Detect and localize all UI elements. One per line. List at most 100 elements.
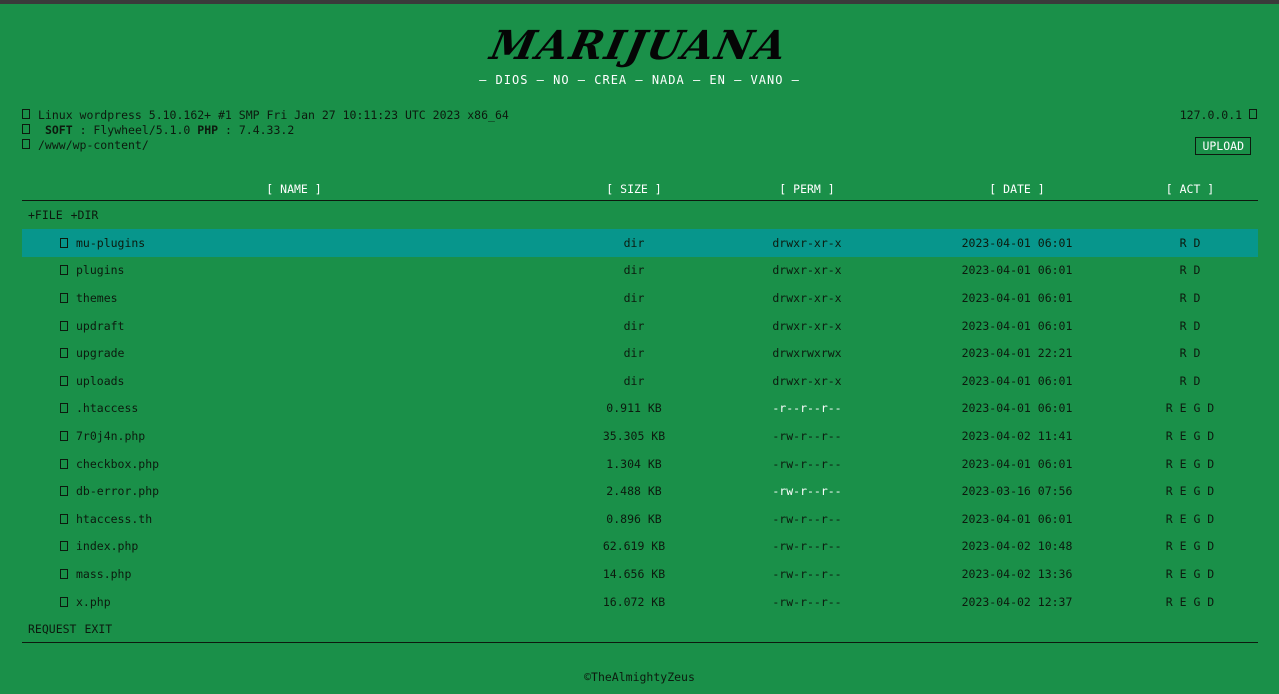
file-name-cell[interactable]: checkbox.php	[22, 457, 566, 471]
php-label: PHP	[197, 123, 219, 137]
table-row[interactable]: themes dir drwxr-xr-x 2023-04-01 06:01 R D	[22, 284, 1258, 312]
table-row[interactable]: .htaccess 0.911 KB -r--r--r-- 2023-04-01 06…	[22, 395, 1258, 423]
file-name-cell[interactable]: index.php	[22, 539, 566, 553]
table-row[interactable]: index.php 62.619 KB -rw-r--r-- 2023-04-02 1…	[22, 533, 1258, 561]
file-perm[interactable]: drwxr-xr-x	[702, 291, 912, 305]
col-header-perm[interactable]: [ PERM ]	[702, 182, 912, 196]
file-actions[interactable]: R D	[1122, 319, 1258, 333]
file-size: 14.656 KB	[602, 566, 666, 581]
file-icon	[60, 430, 68, 441]
file-name[interactable]: index.php	[76, 539, 138, 553]
file-name[interactable]: x.php	[76, 595, 111, 609]
file-perm[interactable]: drwxrwxrwx	[702, 346, 912, 360]
table-row[interactable]: plugins dir drwxr-xr-x 2023-04-01 06:01 R D	[22, 257, 1258, 285]
file-name-cell[interactable]: plugins	[22, 263, 566, 277]
new-dir-link[interactable]: +DIR	[71, 208, 99, 222]
file-name-cell[interactable]: db-error.php	[22, 484, 566, 498]
server-icon	[22, 109, 30, 119]
file-actions[interactable]: R D	[1122, 291, 1258, 305]
top-bar	[0, 0, 1279, 4]
file-name[interactable]: .htaccess	[76, 401, 138, 415]
file-actions[interactable]: R D	[1122, 374, 1258, 388]
file-actions[interactable]: R D	[1122, 263, 1258, 277]
file-name-cell[interactable]: mu-plugins	[22, 236, 566, 250]
file-name[interactable]: upgrade	[76, 346, 124, 360]
file-perm[interactable]: -rw-r--r--	[702, 457, 912, 471]
path-link[interactable]: /www/wp-content/	[38, 138, 149, 152]
col-header-date[interactable]: [ DATE ]	[912, 182, 1122, 196]
upload-button[interactable]: UPLOAD	[1195, 137, 1251, 155]
file-name[interactable]: checkbox.php	[76, 457, 159, 471]
file-name-cell[interactable]: uploads	[22, 374, 566, 388]
file-name-cell[interactable]: x.php	[22, 595, 566, 609]
table-row[interactable]: db-error.php 2.488 KB -rw-r--r-- 2023-03-16…	[22, 477, 1258, 505]
file-name-cell[interactable]: htaccess.th	[22, 512, 566, 526]
file-date: 2023-04-01 06:01	[961, 318, 1073, 333]
file-name[interactable]: 7r0j4n.php	[76, 429, 145, 443]
folder-icon	[22, 139, 30, 149]
file-perm[interactable]: -rw-r--r--	[702, 429, 912, 443]
exit-link[interactable]: EXIT	[84, 622, 112, 636]
file-name-cell[interactable]: updraft	[22, 319, 566, 333]
file-name-cell[interactable]: 7r0j4n.php	[22, 429, 566, 443]
file-perm[interactable]: drwxr-xr-x	[702, 236, 912, 250]
file-actions[interactable]: R D	[1122, 236, 1258, 250]
file-name[interactable]: plugins	[76, 263, 124, 277]
file-perm[interactable]: -r--r--r--	[702, 401, 912, 415]
new-file-link[interactable]: +FILE	[28, 208, 63, 222]
file-actions[interactable]: R E G D	[1122, 484, 1258, 498]
file-size: 62.619 KB	[602, 539, 666, 554]
table-row[interactable]: mass.php 14.656 KB -rw-r--r-- 2023-04-02 13…	[22, 560, 1258, 588]
file-icon	[60, 541, 68, 552]
file-name[interactable]: updraft	[76, 319, 124, 333]
file-date: 2023-04-01 06:01	[961, 290, 1073, 305]
file-name[interactable]: db-error.php	[76, 484, 159, 498]
file-perm[interactable]: -rw-r--r--	[702, 567, 912, 581]
path-row: /www/wp-content/	[22, 138, 509, 153]
col-header-name[interactable]: [ NAME ]	[22, 182, 566, 196]
file-actions[interactable]: R E G D	[1122, 539, 1258, 553]
file-name-cell[interactable]: .htaccess	[22, 401, 566, 415]
file-icon	[60, 596, 68, 607]
file-perm[interactable]: -rw-r--r--	[702, 512, 912, 526]
table-row[interactable]: checkbox.php 1.304 KB -rw-r--r-- 2023-04-01…	[22, 450, 1258, 478]
file-name[interactable]: mu-plugins	[76, 236, 145, 250]
file-name[interactable]: themes	[76, 291, 118, 305]
file-name[interactable]: mass.php	[76, 567, 131, 581]
col-header-size[interactable]: [ SIZE ]	[566, 182, 702, 196]
col-header-act: [ ACT ]	[1165, 182, 1215, 196]
table-row[interactable]: htaccess.th 0.896 KB -rw-r--r-- 2023-04-01 …	[22, 505, 1258, 533]
file-actions[interactable]: R E G D	[1122, 567, 1258, 581]
file-size: dir	[623, 263, 645, 278]
file-perm[interactable]: -rw-r--r--	[702, 595, 912, 609]
folder-icon	[60, 292, 68, 303]
file-actions[interactable]: R E G D	[1122, 401, 1258, 415]
file-perm[interactable]: -rw-r--r--	[702, 539, 912, 553]
table-row[interactable]: updraft dir drwxr-xr-x 2023-04-01 06:01 R D	[22, 312, 1258, 340]
table-row[interactable]: uploads dir drwxr-xr-x 2023-04-01 06:01 R D	[22, 367, 1258, 395]
file-name-cell[interactable]: mass.php	[22, 567, 566, 581]
request-link[interactable]: REQUEST	[28, 622, 76, 636]
file-name[interactable]: htaccess.th	[76, 512, 152, 526]
table-row[interactable]: upgrade dir drwxrwxrwx 2023-04-01 22:21 R D	[22, 339, 1258, 367]
file-date: 2023-04-02 13:36	[961, 566, 1073, 581]
file-perm[interactable]: drwxr-xr-x	[702, 319, 912, 333]
gear-icon	[22, 124, 30, 134]
file-perm[interactable]: -rw-r--r--	[702, 484, 912, 498]
soft-label: SOFT	[44, 123, 73, 137]
table-row[interactable]: mu-plugins dir drwxr-xr-x 2023-04-01 06:01 R…	[22, 229, 1258, 257]
file-actions[interactable]: R E G D	[1122, 595, 1258, 609]
file-actions[interactable]: R D	[1122, 346, 1258, 360]
file-perm[interactable]: drwxr-xr-x	[702, 374, 912, 388]
file-size: 1.304 KB	[606, 456, 662, 471]
file-actions[interactable]: R E G D	[1122, 457, 1258, 471]
file-name[interactable]: uploads	[76, 374, 124, 388]
file-perm[interactable]: drwxr-xr-x	[702, 263, 912, 277]
file-name-cell[interactable]: upgrade	[22, 346, 566, 360]
file-actions[interactable]: R E G D	[1122, 512, 1258, 526]
table-row[interactable]: 7r0j4n.php 35.305 KB -rw-r--r-- 2023-04-02 …	[22, 422, 1258, 450]
file-actions[interactable]: R E G D	[1122, 429, 1258, 443]
file-name-cell[interactable]: themes	[22, 291, 566, 305]
table-row[interactable]: x.php 16.072 KB -rw-r--r-- 2023-04-02 12:37…	[22, 588, 1258, 616]
new-item-links: +FILE +DIR	[22, 201, 1258, 229]
